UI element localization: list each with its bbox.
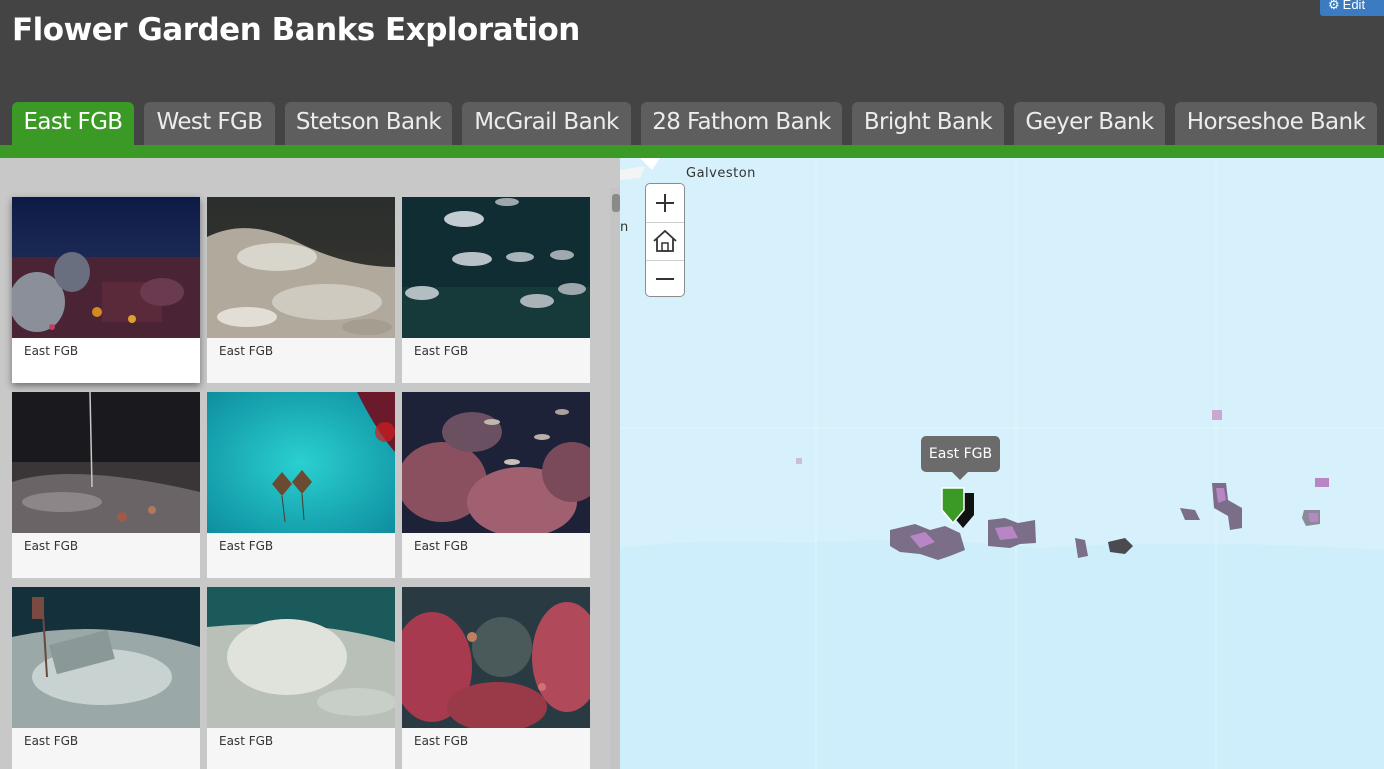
gallery-caption: East FGB: [24, 344, 79, 358]
map-popup-label: East FGB: [921, 436, 1000, 472]
edit-button[interactable]: ⚙ Edit: [1320, 0, 1384, 16]
tab-underline-bar: [0, 145, 1384, 158]
gallery-item[interactable]: East FGB: [207, 587, 395, 769]
tab-mcgrail-bank[interactable]: McGrail Bank: [462, 102, 631, 145]
map-popup-arrow: [951, 471, 969, 480]
tab-east-fgb[interactable]: East FGB: [12, 102, 134, 145]
home-icon: [653, 229, 677, 252]
photo-gallery: East FGB East FGB East FGB East FGB East…: [0, 158, 620, 769]
map-basemap: [620, 158, 1384, 769]
gallery-caption: East FGB: [219, 344, 274, 358]
gallery-item[interactable]: East FGB: [207, 197, 395, 383]
map-place-label: Galveston: [686, 166, 756, 181]
tab-west-fgb[interactable]: West FGB: [144, 102, 275, 145]
gallery-item[interactable]: East FGB: [402, 392, 590, 578]
gallery-item[interactable]: East FGB: [12, 392, 200, 578]
gallery-item[interactable]: East FGB: [402, 197, 590, 383]
app-title: Flower Garden Banks Exploration: [12, 12, 580, 48]
gallery-photo: [207, 197, 395, 338]
tab-bright-bank[interactable]: Bright Bank: [852, 102, 1004, 145]
gear-icon: ⚙: [1328, 0, 1340, 12]
home-button[interactable]: [646, 222, 684, 259]
zoom-in-button[interactable]: [646, 184, 684, 221]
gallery-item[interactable]: East FGB: [207, 392, 395, 578]
gallery-caption: East FGB: [414, 344, 469, 358]
tab-stetson-bank[interactable]: Stetson Bank: [285, 102, 452, 145]
tab-horseshoe-bank[interactable]: Horseshoe Bank: [1175, 102, 1377, 145]
minus-icon: [656, 278, 674, 280]
plus-icon: [656, 193, 674, 212]
gallery-caption: East FGB: [24, 539, 79, 553]
gallery-photo: [207, 392, 395, 533]
gallery-caption: East FGB: [414, 734, 469, 748]
gallery-photo: [207, 587, 395, 728]
zoom-out-button[interactable]: [646, 260, 684, 297]
map-place-label-partial: n: [620, 220, 629, 235]
gallery-photo: [12, 197, 200, 338]
gallery-caption: East FGB: [24, 734, 79, 748]
tab-geyer-bank[interactable]: Geyer Bank: [1014, 102, 1165, 145]
map-view[interactable]: Galveston n East FGB: [620, 158, 1384, 769]
gallery-caption: East FGB: [219, 539, 274, 553]
gallery-photo: [12, 392, 200, 533]
gallery-photo: [402, 392, 590, 533]
gallery-photo: [402, 197, 590, 338]
edit-label: Edit: [1342, 0, 1366, 12]
gallery-photo: [12, 587, 200, 728]
gallery-scrollbar-track[interactable]: [610, 188, 620, 769]
gallery-caption: East FGB: [414, 539, 469, 553]
gallery-scrollbar-thumb[interactable]: [612, 194, 620, 212]
gallery-item[interactable]: East FGB: [12, 197, 200, 383]
gallery-caption: East FGB: [219, 734, 274, 748]
tab-28-fathom-bank[interactable]: 28 Fathom Bank: [641, 102, 842, 145]
bank-tabs: East FGB West FGB Stetson Bank McGrail B…: [0, 102, 1384, 145]
gallery-item[interactable]: East FGB: [402, 587, 590, 769]
gallery-item[interactable]: East FGB: [12, 587, 200, 769]
gallery-photo: [402, 587, 590, 728]
map-zoom-control: [645, 183, 685, 297]
